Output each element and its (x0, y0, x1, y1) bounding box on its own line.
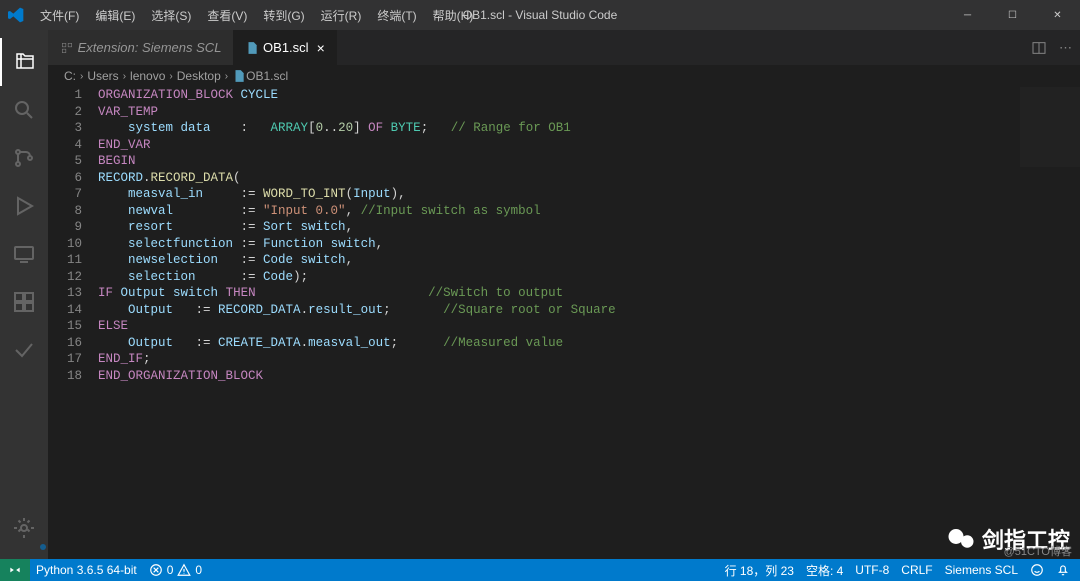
code-line[interactable]: system data : ARRAY[0..20] OF BYTE; // R… (98, 120, 1080, 137)
breadcrumb-seg[interactable]: lenovo (130, 69, 165, 83)
code-line[interactable]: selection := Code); (98, 269, 1080, 286)
code-line[interactable]: IF Output switch THEN //Switch to output (98, 285, 1080, 302)
language-mode-status[interactable]: Siemens SCL (939, 562, 1024, 579)
minimap[interactable] (1020, 87, 1080, 167)
code-line[interactable]: resort := Sort switch, (98, 219, 1080, 236)
notifications-icon[interactable] (1050, 562, 1076, 579)
breadcrumb-seg[interactable]: Desktop (177, 69, 221, 83)
menu-edit[interactable]: 编辑(E) (87, 7, 143, 24)
menu-go[interactable]: 转到(G) (255, 7, 312, 24)
code-content[interactable]: ORGANIZATION_BLOCK CYCLEVAR_TEMP system … (98, 87, 1080, 560)
tab-actions: ⋯ (1023, 30, 1080, 65)
error-count: 0 (167, 563, 174, 577)
code-line[interactable]: VAR_TEMP (98, 104, 1080, 121)
menu-file[interactable]: 文件(F) (32, 7, 87, 24)
code-line[interactable]: measval_in := WORD_TO_INT(Input), (98, 186, 1080, 203)
live-share-icon[interactable] (0, 326, 48, 374)
breadcrumb-seg[interactable]: OB1.scl (246, 69, 288, 83)
cursor-position-status[interactable]: 行 18，列 23 (719, 562, 800, 579)
code-line[interactable]: ORGANIZATION_BLOCK CYCLE (98, 87, 1080, 104)
menu-view[interactable]: 查看(V) (199, 7, 255, 24)
remote-icon (8, 563, 22, 577)
menu-terminal[interactable]: 终端(T) (369, 7, 424, 24)
eol-status[interactable]: CRLF (895, 562, 938, 579)
chevron-right-icon: › (225, 71, 228, 82)
code-editor[interactable]: 123456789101112131415161718 ORGANIZATION… (48, 87, 1080, 560)
code-line[interactable]: newselection := Code switch, (98, 252, 1080, 269)
tab-ob1[interactable]: OB1.scl × (233, 30, 336, 65)
explorer-icon[interactable] (0, 38, 48, 86)
feedback-icon[interactable] (1024, 562, 1050, 579)
window-controls: ─ ☐ ✕ (945, 0, 1080, 30)
search-icon[interactable] (0, 86, 48, 134)
activity-bottom (0, 504, 48, 552)
code-line[interactable]: newval := "Input 0.0", //Input switch as… (98, 203, 1080, 220)
code-line[interactable]: END_VAR (98, 137, 1080, 154)
breadcrumb-seg[interactable]: C: (64, 69, 76, 83)
code-line[interactable]: BEGIN (98, 153, 1080, 170)
title-bar: 文件(F) 编辑(E) 选择(S) 查看(V) 转到(G) 运行(R) 终端(T… (0, 0, 1080, 30)
smile-icon (1030, 563, 1044, 577)
close-window-button[interactable]: ✕ (1035, 0, 1080, 30)
file-icon (245, 41, 259, 55)
minimize-button[interactable]: ─ (945, 0, 990, 30)
python-version-status[interactable]: Python 3.6.5 64-bit (30, 563, 143, 577)
activity-bar (0, 30, 48, 560)
code-line[interactable]: RECORD.RECORD_DATA( (98, 170, 1080, 187)
extensions-icon[interactable] (0, 278, 48, 326)
menu-select[interactable]: 选择(S) (143, 7, 199, 24)
window-title: OB1.scl - Visual Studio Code (463, 8, 618, 22)
code-line[interactable]: END_ORGANIZATION_BLOCK (98, 368, 1080, 385)
bell-icon (1056, 563, 1070, 577)
more-actions-icon[interactable]: ⋯ (1059, 40, 1072, 56)
code-line[interactable]: selectfunction := Function switch, (98, 236, 1080, 253)
indent-status[interactable]: 空格: 4 (800, 562, 849, 579)
vscode-logo-icon (8, 7, 24, 23)
remote-status-button[interactable] (0, 559, 30, 581)
code-line[interactable]: Output := CREATE_DATA.measval_out; //Mea… (98, 335, 1080, 352)
chevron-right-icon: › (169, 71, 172, 82)
breadcrumb[interactable]: C: › Users › lenovo › Desktop › OB1.scl (48, 65, 1080, 87)
chevron-right-icon: › (80, 71, 83, 82)
warning-count: 0 (195, 563, 202, 577)
tab-label: OB1.scl (263, 40, 309, 55)
tab-label: Extension: Siemens SCL (78, 40, 222, 55)
editor-area: Extension: Siemens SCL OB1.scl × ⋯ C: › U… (48, 30, 1080, 560)
main-content: Extension: Siemens SCL OB1.scl × ⋯ C: › U… (0, 30, 1080, 560)
run-debug-icon[interactable] (0, 182, 48, 230)
code-line[interactable]: END_IF; (98, 351, 1080, 368)
close-tab-icon[interactable]: × (317, 40, 325, 56)
error-icon (149, 563, 163, 577)
status-right: 行 18，列 23 空格: 4 UTF-8 CRLF Siemens SCL (719, 562, 1076, 579)
menu-bar: 文件(F) 编辑(E) 选择(S) 查看(V) 转到(G) 运行(R) 终端(T… (32, 7, 481, 24)
problems-status[interactable]: 0 0 (143, 563, 208, 577)
tabs-bar: Extension: Siemens SCL OB1.scl × ⋯ (48, 30, 1080, 65)
breadcrumb-seg[interactable]: Users (87, 69, 118, 83)
line-number-gutter: 123456789101112131415161718 (48, 87, 98, 560)
code-line[interactable]: Output := RECORD_DATA.result_out; //Squa… (98, 302, 1080, 319)
file-icon (232, 69, 246, 83)
remote-explorer-icon[interactable] (0, 230, 48, 278)
code-line[interactable]: ELSE (98, 318, 1080, 335)
encoding-status[interactable]: UTF-8 (849, 562, 895, 579)
settings-gear-icon[interactable] (0, 504, 48, 552)
menu-run[interactable]: 运行(R) (313, 7, 370, 24)
chevron-right-icon: › (123, 71, 126, 82)
maximize-button[interactable]: ☐ (990, 0, 1035, 30)
extension-icon (60, 41, 74, 55)
tab-extension[interactable]: Extension: Siemens SCL (48, 30, 233, 65)
source-control-icon[interactable] (0, 134, 48, 182)
warning-icon (177, 563, 191, 577)
status-bar: Python 3.6.5 64-bit 0 0 行 18，列 23 空格: 4 … (0, 559, 1080, 581)
split-editor-icon[interactable] (1031, 40, 1047, 56)
